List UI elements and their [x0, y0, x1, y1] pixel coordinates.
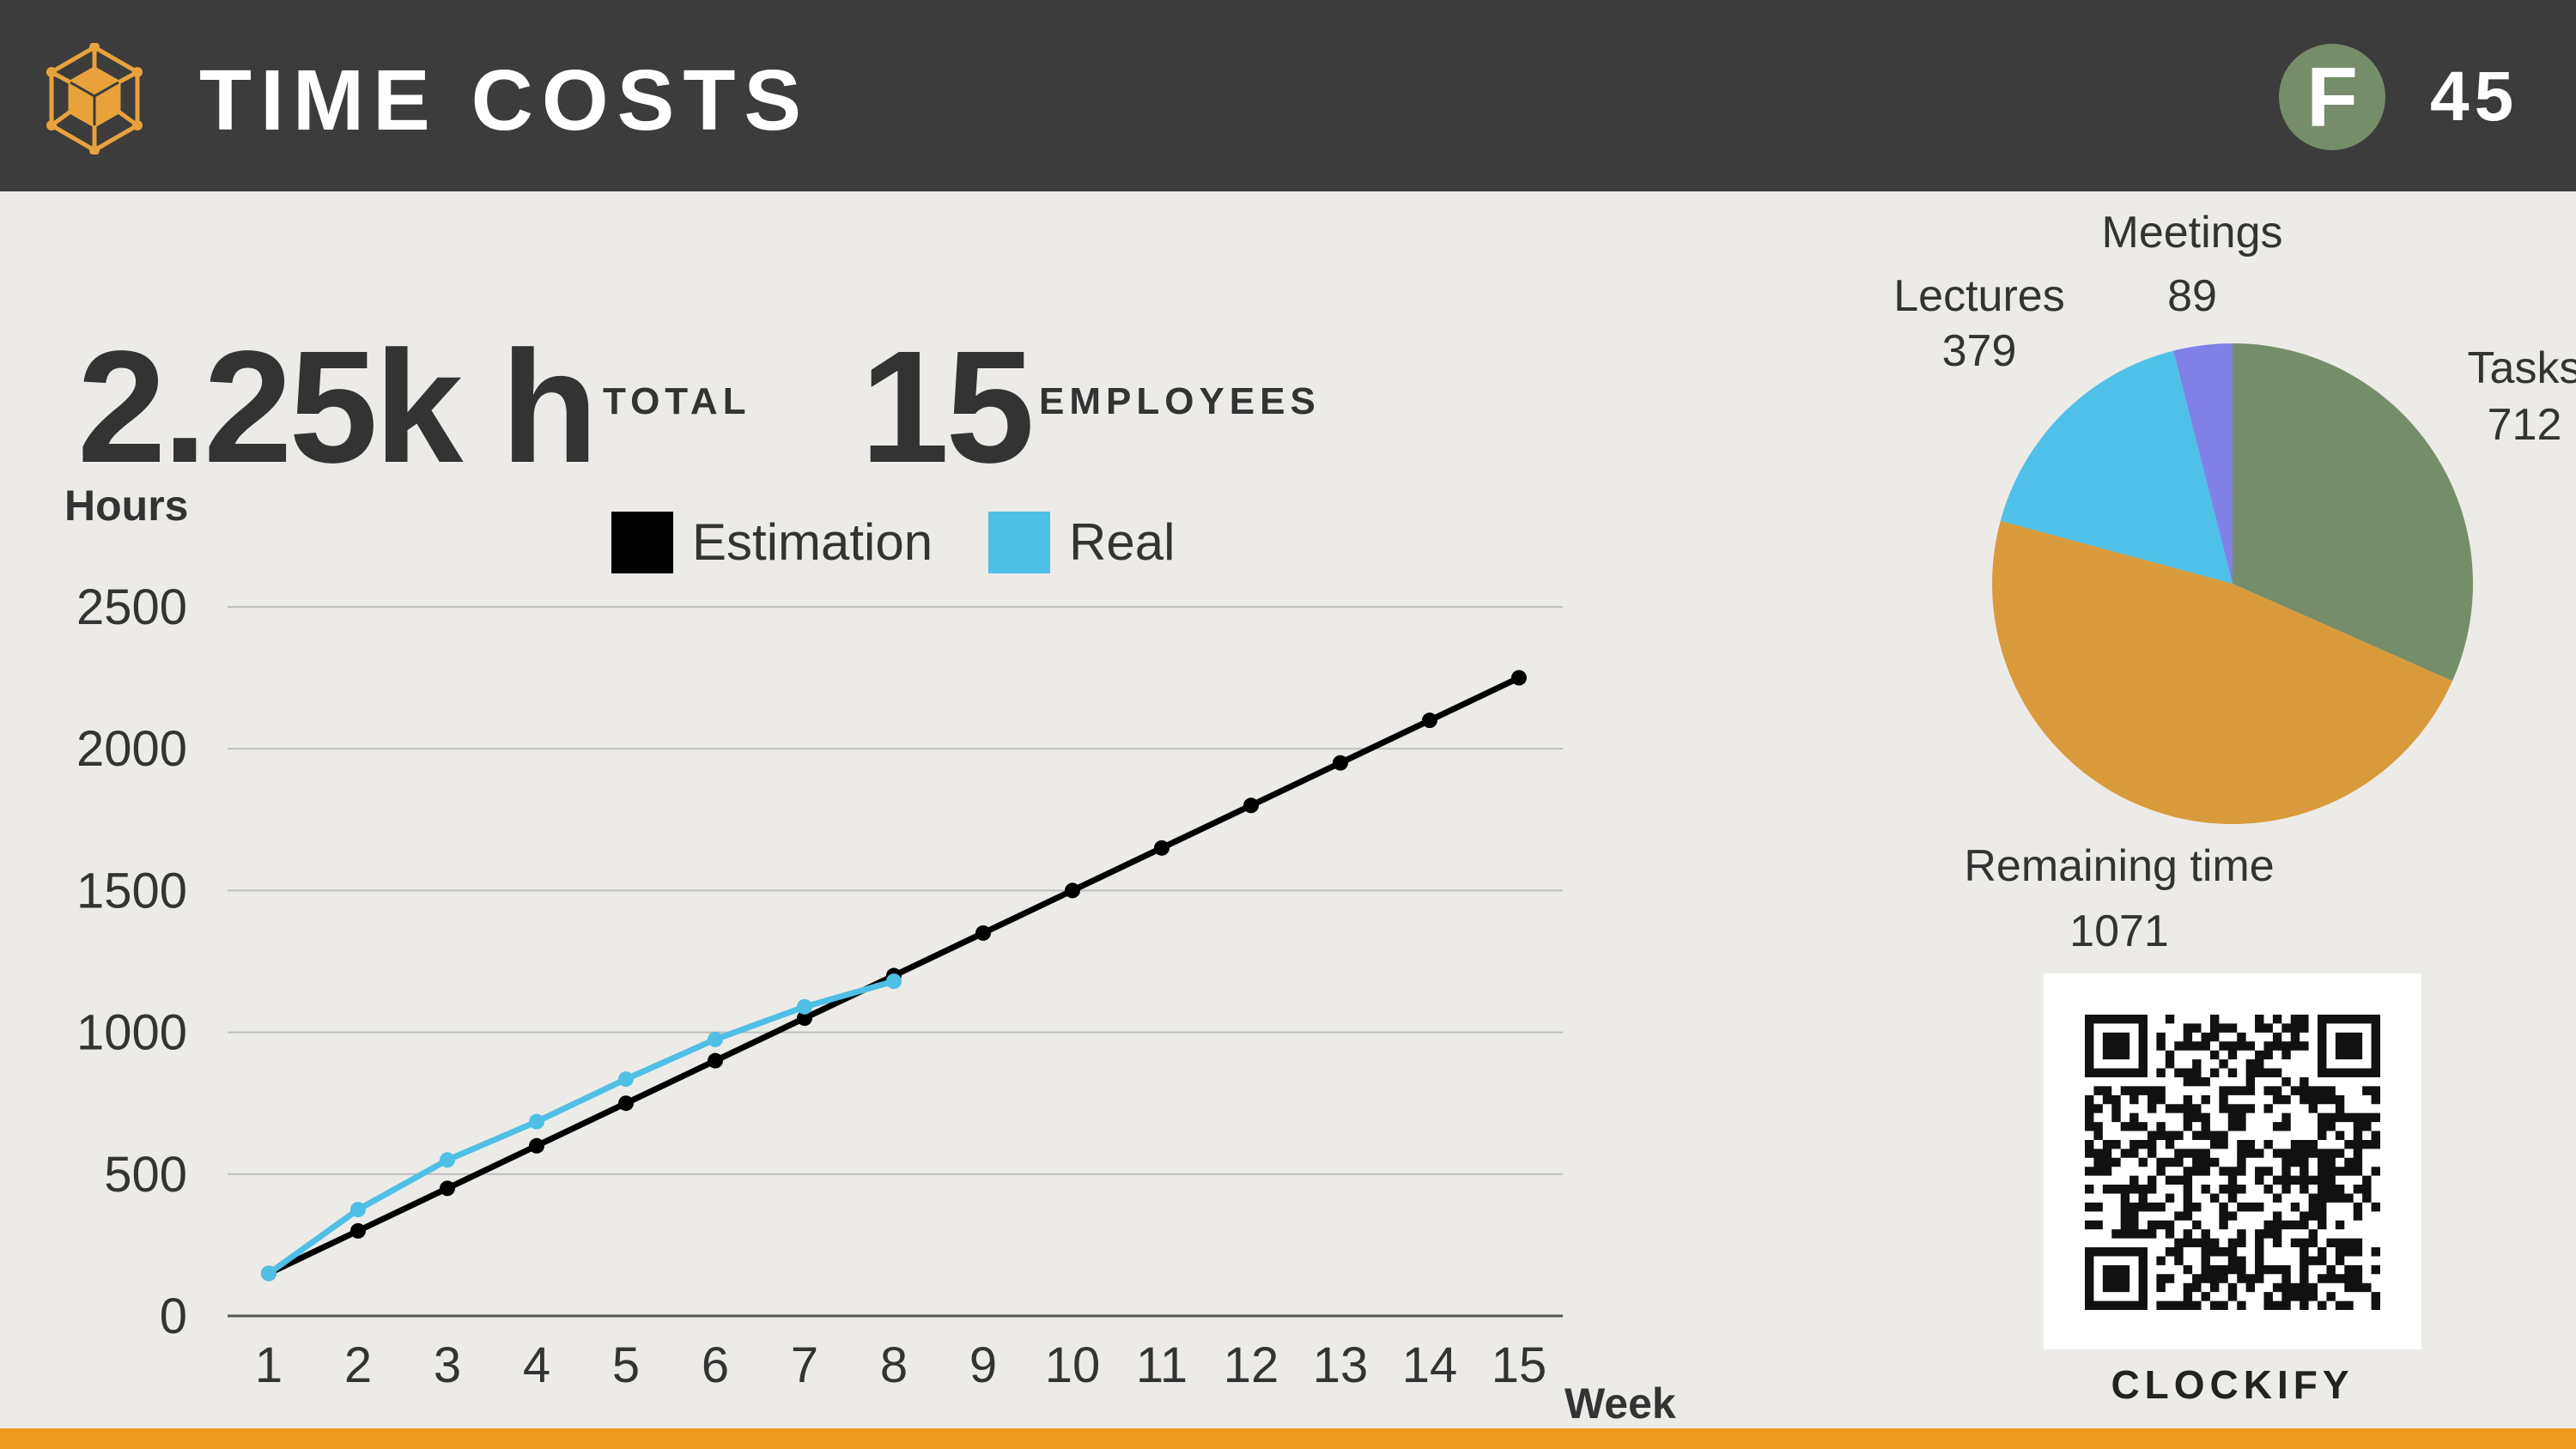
employees-label: EMPLOYEES	[1039, 380, 1321, 422]
data-point-estimation	[708, 1052, 723, 1069]
pie-value-lectures: 379	[1942, 326, 2017, 376]
data-point-estimation	[1333, 755, 1348, 771]
y-tick-label: 1500	[76, 863, 187, 919]
qr-finder-center	[2335, 1032, 2363, 1060]
legend-label-estimation: Estimation	[692, 513, 933, 571]
pie-label-meetings: Meetings	[2102, 208, 2283, 258]
pie-label-lectures: Lectures	[1893, 271, 2064, 321]
data-point-real	[440, 1152, 455, 1168]
x-tick-label: 4	[523, 1337, 550, 1393]
y-axis-label: Hours	[64, 482, 188, 530]
data-point-estimation	[975, 925, 991, 941]
total-hours-label: TOTAL	[603, 380, 751, 422]
x-tick-label: 1	[255, 1337, 283, 1393]
pie-label-tasks: Tasks	[2468, 343, 2576, 393]
score-value: 45	[2430, 58, 2519, 136]
x-tick-label: 12	[1224, 1337, 1279, 1393]
legend-swatch-real	[988, 512, 1050, 573]
x-tick-label: 5	[612, 1337, 640, 1393]
data-point-estimation	[350, 1222, 366, 1239]
data-point-estimation	[618, 1095, 634, 1112]
pie-label-remaining-time: Remaining time	[1964, 841, 2274, 891]
grade-badge: F	[2279, 44, 2385, 150]
x-tick-label: 15	[1492, 1337, 1547, 1393]
data-point-real	[708, 1031, 723, 1047]
qr-finder-center	[2102, 1264, 2130, 1293]
qr-finder-center	[2102, 1032, 2130, 1060]
bottom-accent-bar	[0, 1428, 2576, 1449]
data-point-real	[350, 1202, 366, 1218]
data-point-real	[886, 973, 902, 990]
legend-label-real: Real	[1069, 513, 1175, 571]
page-title: TIME COSTS	[199, 52, 811, 149]
qr-code[interactable]	[2044, 973, 2421, 1349]
x-tick-label: 3	[434, 1337, 461, 1393]
x-tick-label: 14	[1402, 1337, 1458, 1393]
x-tick-label: 13	[1313, 1337, 1369, 1393]
x-tick-label: 11	[1136, 1337, 1188, 1393]
data-point-real	[797, 998, 812, 1015]
y-tick-label: 0	[160, 1288, 187, 1344]
data-point-estimation	[1243, 797, 1259, 814]
y-tick-label: 2500	[76, 579, 187, 635]
pie-value-meetings: 89	[2167, 271, 2217, 321]
legend-swatch-estimation	[611, 512, 673, 573]
pie-value-remaining-time: 1071	[2069, 906, 2169, 956]
x-tick-label: 2	[344, 1337, 372, 1393]
data-point-estimation	[1065, 882, 1080, 899]
header-bar: TIME COSTS F 45	[0, 0, 2576, 191]
qr-code-icon	[2085, 1015, 2380, 1310]
data-point-estimation	[1154, 840, 1170, 856]
x-tick-label: 10	[1045, 1337, 1101, 1393]
data-point-real	[529, 1113, 544, 1130]
y-tick-label: 500	[104, 1147, 187, 1203]
x-tick-label: 6	[702, 1337, 729, 1393]
pie-value-tasks: 712	[2488, 400, 2562, 450]
y-tick-label: 2000	[76, 721, 187, 777]
time-breakdown-pie-chart: Tasks 712 Remaining time 1071 Lectures379 Mee…	[1893, 208, 2576, 956]
data-point-estimation	[1511, 670, 1527, 686]
data-point-estimation	[529, 1137, 544, 1154]
data-point-estimation	[1422, 712, 1437, 729]
hexagon-cube-icon	[46, 43, 143, 155]
data-point-real	[618, 1071, 634, 1088]
data-point-real	[261, 1265, 276, 1282]
cumulative-hours-line-chart: HoursWeek050010001500200025001 2 3 4 5 6 7 8 9 10…	[64, 482, 1676, 1425]
x-tick-label: 8	[880, 1337, 908, 1393]
x-tick-label: 9	[969, 1337, 997, 1393]
x-tick-label: 7	[791, 1337, 818, 1393]
data-point-estimation	[440, 1180, 455, 1197]
y-tick-label: 1000	[76, 1005, 187, 1061]
x-axis-label: Week	[1564, 1379, 1676, 1425]
